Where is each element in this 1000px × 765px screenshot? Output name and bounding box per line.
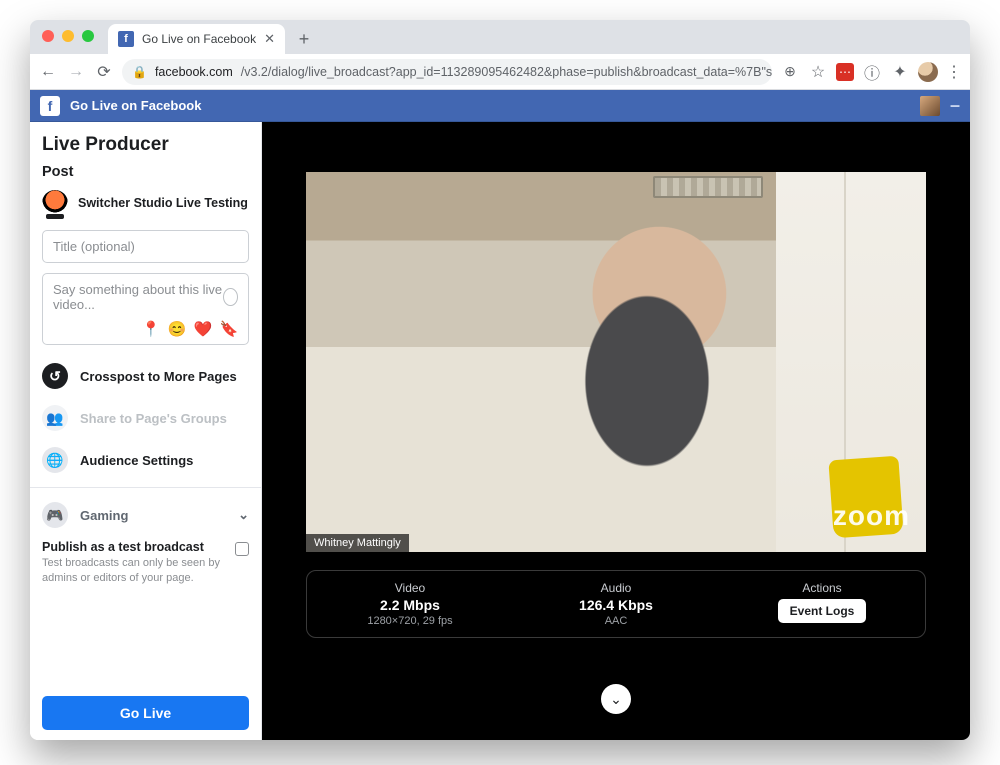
gaming-category-row[interactable]: 🎮 Gaming ⌄ [42, 494, 249, 536]
nav-reload-button[interactable]: ⟳ [94, 62, 114, 82]
feeling-icon[interactable]: 😊 [168, 320, 186, 338]
crosspost-label: Crosspost to More Pages [80, 369, 237, 384]
bookmark-star-icon[interactable]: ☆ [808, 62, 828, 82]
stats-actions-label: Actions [719, 581, 925, 595]
title-placeholder: Title (optional) [53, 239, 135, 254]
facebook-logo-icon[interactable]: f [40, 96, 60, 116]
scene-vent [653, 176, 763, 198]
stats-video-value: 2.2 Mbps [307, 597, 513, 613]
facebook-favicon: f [118, 31, 134, 47]
window-close-button[interactable] [42, 30, 54, 42]
crosspost-icon: ↺ [42, 363, 68, 389]
test-broadcast-title: Publish as a test broadcast [42, 540, 227, 554]
page-name: Switcher Studio Live Testing [78, 196, 248, 210]
window-controls [42, 30, 94, 42]
event-logs-label: Event Logs [790, 604, 855, 618]
gaming-icon: 🎮 [42, 502, 68, 528]
description-placeholder: Say something about this live video... [53, 282, 223, 312]
share-groups-label: Share to Page's Groups [80, 411, 227, 426]
audience-settings-option[interactable]: 🌐 Audience Settings [42, 439, 249, 481]
stats-video: Video 2.2 Mbps 1280×720, 29 fps [307, 581, 513, 627]
video-stage: zoom Whitney Mattingly Video 2.2 Mbps 12… [262, 122, 970, 740]
emoji-picker-icon[interactable] [223, 288, 238, 306]
test-broadcast-subtitle: Test broadcasts can only be seen by admi… [42, 556, 227, 586]
window-minimize-button[interactable] [62, 30, 74, 42]
dialog-minimize-button[interactable]: – [950, 95, 960, 116]
nav-forward-button[interactable]: → [66, 63, 86, 81]
sidebar-divider [30, 487, 261, 488]
lock-icon: 🔒 [132, 65, 147, 79]
tab-close-button[interactable]: ✕ [264, 31, 275, 47]
stats-audio-label: Audio [513, 581, 719, 595]
sidebar-heading: Live Producer [42, 134, 249, 156]
share-groups-option: 👥 Share to Page's Groups [42, 397, 249, 439]
go-live-button[interactable]: Go Live [42, 696, 249, 730]
nav-back-button[interactable]: ← [38, 63, 58, 81]
event-logs-button[interactable]: Event Logs [778, 599, 867, 623]
test-broadcast-row[interactable]: Publish as a test broadcast Test broadca… [42, 540, 249, 586]
posting-target-row[interactable]: Switcher Studio Live Testing [42, 190, 249, 216]
live-producer-sidebar: Live Producer Post Switcher Studio Live … [30, 122, 262, 740]
go-live-label: Go Live [120, 705, 171, 721]
crosspost-option[interactable]: ↺ Crosspost to More Pages [42, 355, 249, 397]
stats-video-label: Video [307, 581, 513, 595]
description-input[interactable]: Say something about this live video... 📍… [42, 273, 249, 345]
composer-extras: 📍 😊 ❤️ 🔖 [53, 320, 238, 338]
browser-toolbar: ← → ⟳ 🔒 facebook.com/v3.2/dialog/live_br… [30, 54, 970, 90]
stats-audio-value: 126.4 Kbps [513, 597, 719, 613]
zoom-watermark: zoom [833, 500, 910, 532]
tag-people-icon[interactable]: 🔖 [220, 320, 238, 338]
extensions-puzzle-icon[interactable]: ✦ [890, 62, 910, 82]
address-bar[interactable]: 🔒 facebook.com/v3.2/dialog/live_broadcas… [122, 59, 772, 85]
stats-audio-sub: AAC [513, 615, 719, 627]
url-path: /v3.2/dialog/live_broadcast?app_id=11328… [241, 65, 772, 79]
audience-label: Audience Settings [80, 453, 193, 468]
facebook-header: f Go Live on Facebook – [30, 90, 970, 122]
search-engine-icon[interactable]: ⊕ [780, 63, 800, 80]
user-avatar-thumbnail[interactable] [920, 96, 940, 116]
stats-video-sub: 1280×720, 29 fps [307, 615, 513, 627]
main-content: Live Producer Post Switcher Studio Live … [30, 122, 970, 740]
stream-stats-bar: Video 2.2 Mbps 1280×720, 29 fps Audio 12… [306, 570, 926, 638]
video-preview: zoom Whitney Mattingly [306, 172, 926, 552]
extension-info-icon[interactable]: ⓘ [862, 60, 882, 84]
collapse-stats-button[interactable]: ⌄ [601, 684, 631, 714]
extension-icon[interactable]: ⋯ [836, 63, 854, 81]
participant-name-tag: Whitney Mattingly [306, 534, 409, 552]
location-pin-icon[interactable]: 📍 [142, 320, 160, 338]
new-tab-button[interactable]: + [291, 26, 317, 52]
browser-menu-button[interactable]: ⋮ [946, 62, 962, 82]
gaming-label: Gaming [80, 508, 128, 523]
globe-icon: 🌐 [42, 447, 68, 473]
post-section-title: Post [42, 164, 249, 180]
title-input[interactable]: Title (optional) [42, 230, 249, 263]
window-maximize-button[interactable] [82, 30, 94, 42]
chevron-down-icon: ⌄ [238, 507, 249, 523]
facebook-header-title: Go Live on Facebook [70, 98, 201, 113]
profile-avatar-button[interactable] [918, 62, 938, 82]
support-icon[interactable]: ❤️ [194, 320, 212, 338]
stats-audio: Audio 126.4 Kbps AAC [513, 581, 719, 627]
browser-titlebar: f Go Live on Facebook ✕ + [30, 20, 970, 54]
test-broadcast-checkbox[interactable] [235, 542, 249, 556]
url-host: facebook.com [155, 65, 233, 79]
page-icon [42, 190, 68, 216]
stats-actions: Actions Event Logs [719, 581, 925, 627]
groups-icon: 👥 [42, 405, 68, 431]
browser-tab[interactable]: f Go Live on Facebook ✕ [108, 24, 285, 54]
tab-title: Go Live on Facebook [142, 32, 256, 46]
browser-window: f Go Live on Facebook ✕ + ← → ⟳ 🔒 facebo… [30, 20, 970, 740]
